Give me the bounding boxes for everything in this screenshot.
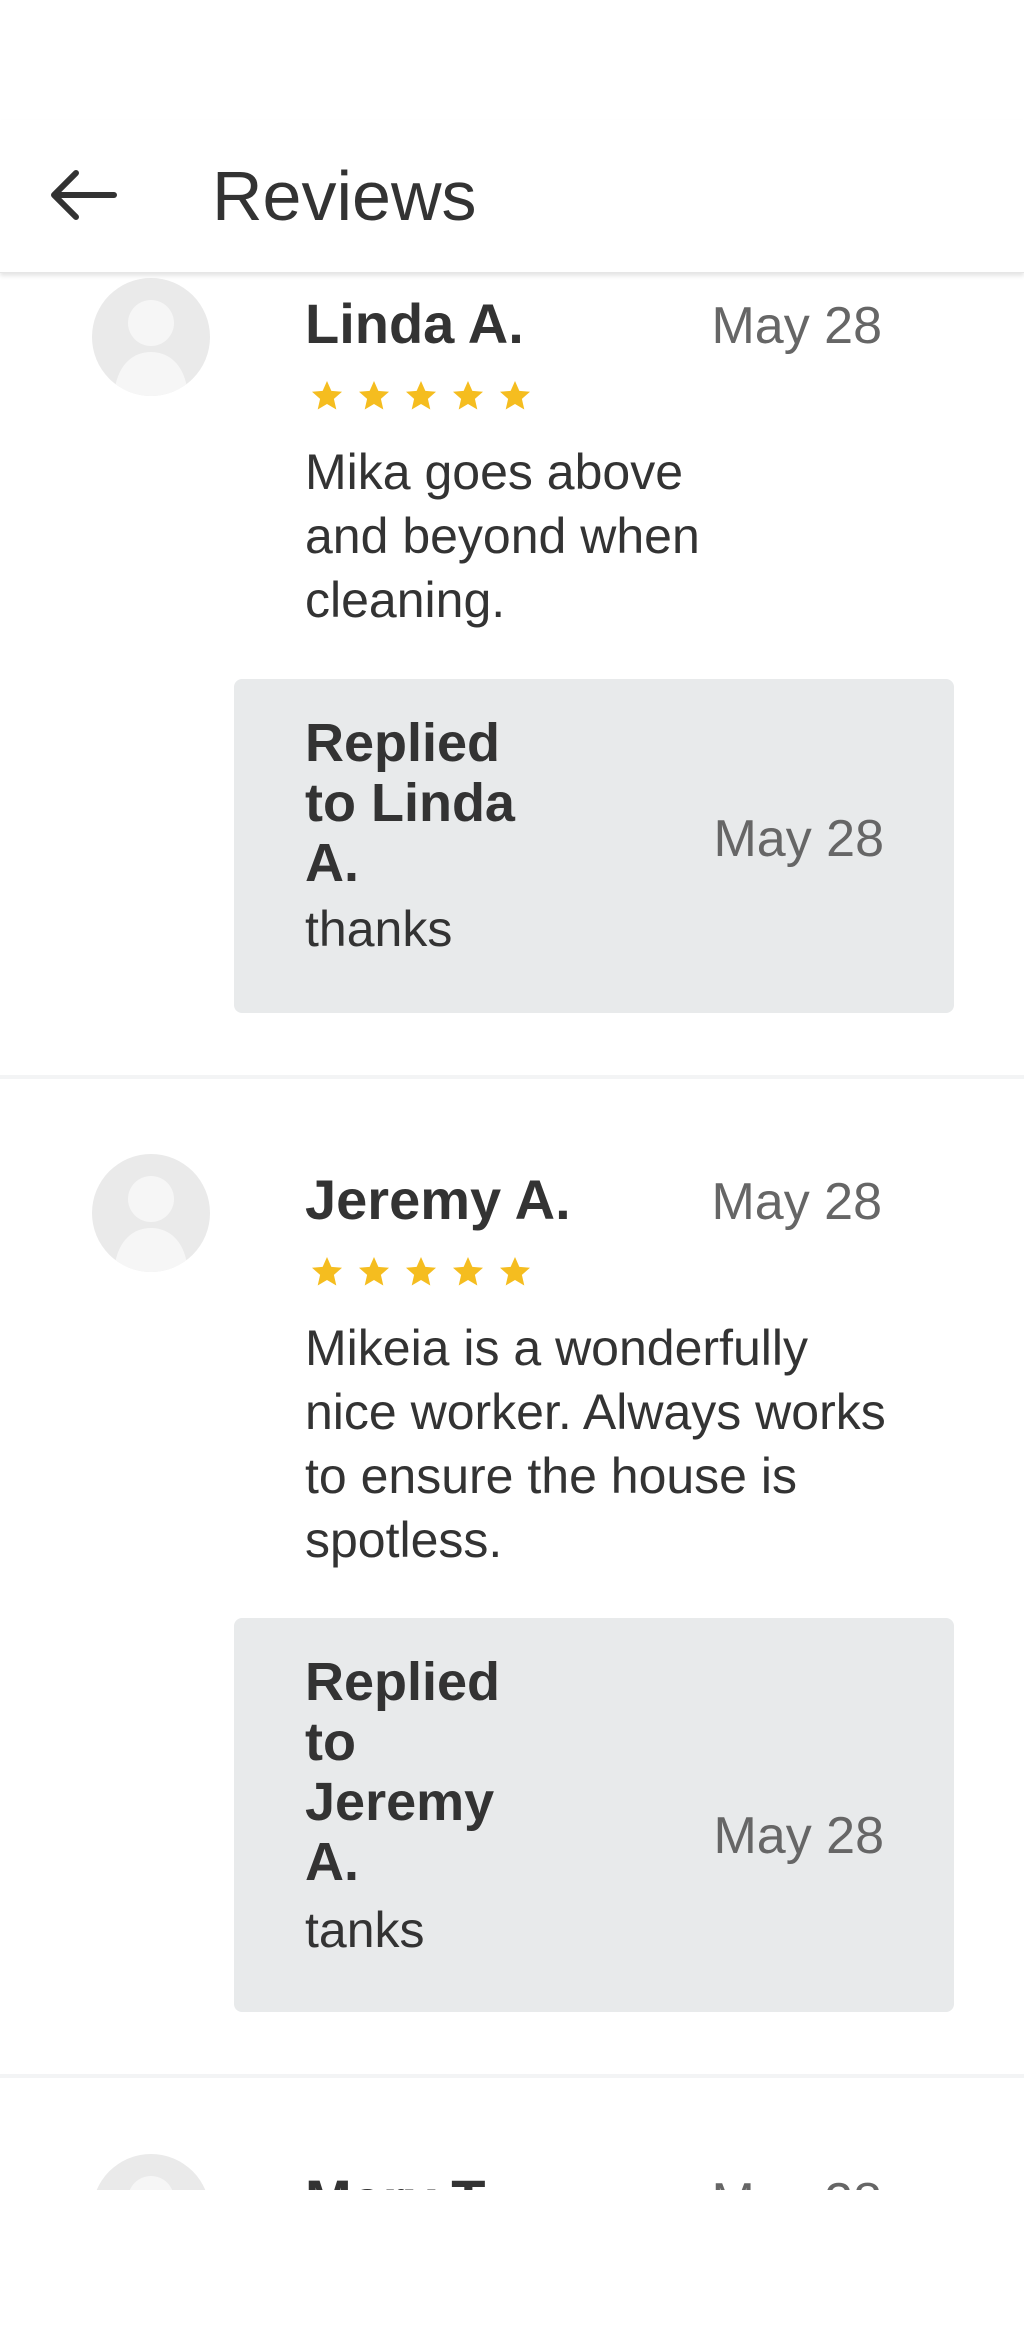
user-placeholder-icon: [114, 300, 188, 396]
star-icon: [303, 374, 350, 418]
reply-date: May 28: [713, 1807, 884, 1865]
reply-title: Replied to Jeremy A.: [305, 1652, 501, 1892]
back-button[interactable]: [32, 150, 132, 240]
star-icon: [444, 1250, 491, 1294]
avatar: [92, 278, 210, 396]
avatar: [92, 1154, 210, 1272]
app-bar: Reviews: [0, 120, 1024, 273]
reviewer-name: Jeremy A.: [305, 1168, 571, 1231]
reply-box: Replied to Linda A. May 28 thanks: [234, 679, 954, 1013]
reviewer-name: Linda A.: [305, 292, 524, 355]
reply-text: thanks: [305, 901, 453, 957]
reviews-list[interactable]: Linda A. May 28 Mika goes above and beyo…: [0, 272, 1024, 2190]
review-text: Mikeia is a wonderfully nice worker. Alw…: [305, 1320, 886, 1568]
reply-title: Replied to Linda A.: [305, 713, 515, 893]
divider: [0, 1075, 1024, 1079]
reviewer-name: Mary T.: [305, 2168, 495, 2190]
star-icon: [491, 374, 538, 418]
divider: [0, 2074, 1024, 2078]
star-rating: [303, 1250, 538, 1294]
star-rating: [303, 374, 538, 418]
status-bar-area: [0, 0, 1024, 120]
user-placeholder-icon: [129, 2176, 173, 2190]
star-icon: [444, 374, 491, 418]
review-item: Mary T. May 28: [0, 2148, 1024, 2190]
star-icon: [397, 1250, 444, 1294]
avatar: [92, 2154, 210, 2190]
arrow-left-icon: [51, 170, 117, 220]
review-date: May 28: [711, 2170, 882, 2190]
star-icon: [397, 374, 444, 418]
reply-date: May 28: [713, 810, 884, 868]
bottom-area: [0, 2190, 1024, 2332]
reply-box: Replied to Jeremy A. May 28 tanks: [234, 1618, 954, 2012]
star-icon: [303, 1250, 350, 1294]
reply-text: tanks: [305, 1902, 425, 1958]
star-icon: [491, 1250, 538, 1294]
star-icon: [350, 374, 397, 418]
user-placeholder-icon: [114, 1176, 188, 1272]
review-item: Linda A. May 28 Mika goes above and beyo…: [0, 272, 1024, 1076]
review-text: Mika goes above and beyond when cleaning…: [305, 444, 700, 628]
review-date: May 28: [711, 297, 882, 355]
review-date: May 28: [711, 1173, 882, 1231]
star-icon: [350, 1250, 397, 1294]
page-title: Reviews: [212, 157, 477, 235]
